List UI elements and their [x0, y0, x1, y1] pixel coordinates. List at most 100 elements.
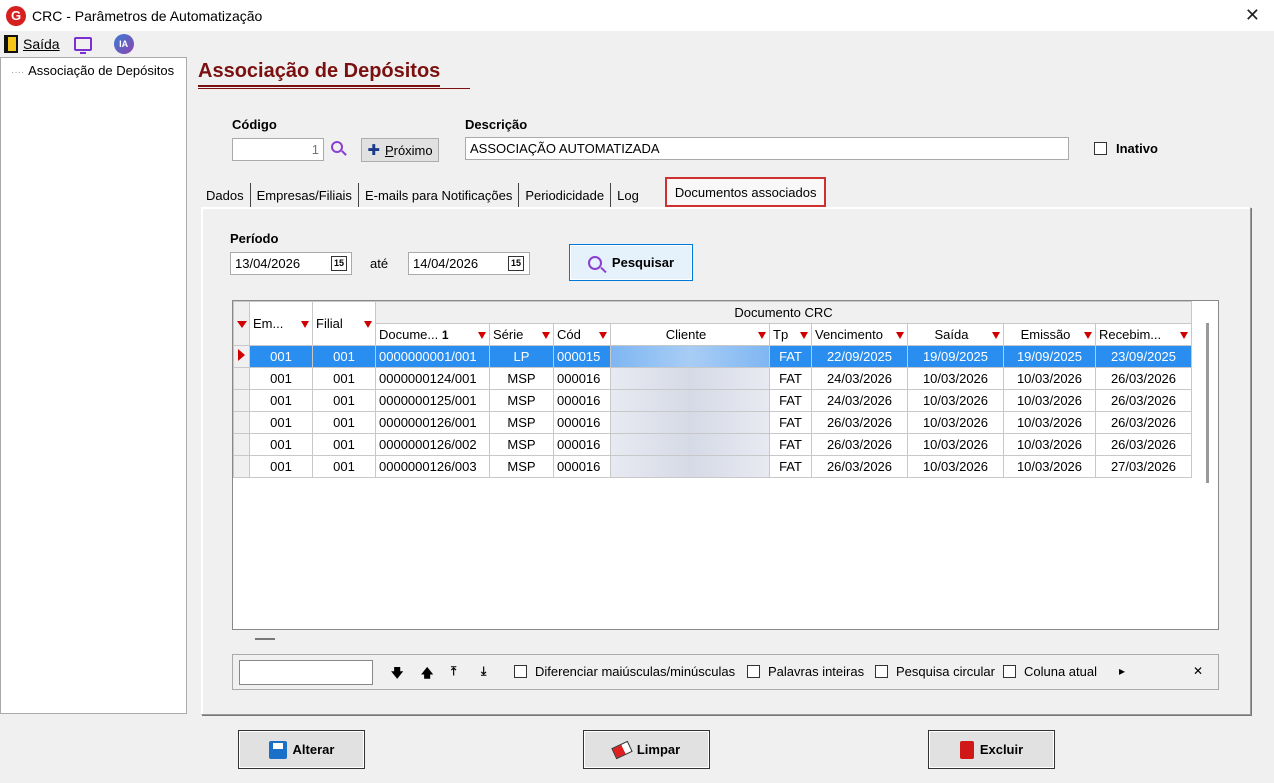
cell-saida[interactable]: 19/09/2025 [907, 345, 1004, 368]
find-next-icon[interactable]: 🡇 [391, 664, 403, 685]
cell-serie[interactable]: MSP [489, 433, 554, 456]
cell-filial[interactable]: 001 [312, 433, 376, 456]
cell-recebimento[interactable]: 26/03/2026 [1095, 367, 1192, 390]
row-indicator[interactable] [233, 345, 250, 368]
documents-grid[interactable]: Em... Filial Documento CRC Docume... 1 S… [232, 300, 1219, 630]
cell-tp[interactable]: FAT [769, 367, 812, 390]
cell-emissao[interactable]: 10/03/2026 [1003, 411, 1096, 434]
cell-recebimento[interactable]: 23/09/2025 [1095, 345, 1192, 368]
table-row[interactable]: 001 001 0000000126/002 MSP 000016 FAT 26/03/20… [233, 433, 1192, 456]
filter-icon[interactable] [896, 332, 904, 339]
cell-saida[interactable]: 10/03/2026 [907, 389, 1004, 412]
cell-documento[interactable]: 0000000001/001 [375, 345, 490, 368]
cell-saida[interactable]: 10/03/2026 [907, 455, 1004, 478]
row-indicator[interactable] [233, 433, 250, 456]
cell-empresa[interactable]: 001 [249, 389, 313, 412]
alterar-button[interactable]: Alterar [238, 730, 365, 769]
find-previous-icon[interactable]: 🡅 [421, 664, 433, 685]
option-case-sensitive[interactable]: Diferenciar maiúsculas/minúsculas [514, 664, 735, 679]
cell-documento[interactable]: 0000000126/002 [375, 433, 490, 456]
col-header-saida[interactable]: Saída [907, 323, 1004, 346]
option-current-column[interactable]: Coluna atual [1003, 664, 1097, 679]
row-indicator[interactable] [233, 367, 250, 390]
find-first-icon[interactable]: ⤒ [451, 664, 456, 679]
exit-menu-item[interactable]: Saída [23, 36, 60, 52]
filter-icon[interactable] [301, 321, 309, 328]
filter-icon[interactable] [1084, 332, 1092, 339]
ia-assistant-icon[interactable]: IA [113, 34, 134, 54]
col-header-filial[interactable]: Filial [312, 301, 376, 346]
cell-recebimento[interactable]: 26/03/2026 [1095, 411, 1192, 434]
cell-vencimento[interactable]: 26/03/2026 [811, 411, 908, 434]
tab-empresas-filiais[interactable]: Empresas/Filiais [250, 183, 359, 207]
grid-horizontal-scrollbar[interactable] [255, 638, 275, 640]
cell-empresa[interactable]: 001 [249, 455, 313, 478]
tab-emails-notificacoes[interactable]: E-mails para Notificações [358, 183, 520, 207]
cell-documento[interactable]: 0000000124/001 [375, 367, 490, 390]
cell-documento[interactable]: 0000000126/001 [375, 411, 490, 434]
cell-cod[interactable]: 000016 [553, 411, 611, 434]
cell-saida[interactable]: 10/03/2026 [907, 433, 1004, 456]
cell-empresa[interactable]: 001 [249, 411, 313, 434]
find-last-icon[interactable]: ⤓ [481, 664, 486, 679]
filter-icon[interactable] [542, 332, 550, 339]
close-window-icon[interactable]: ✕ [1245, 5, 1260, 26]
cell-vencimento[interactable]: 26/03/2026 [811, 433, 908, 456]
col-header-tp[interactable]: Tp [769, 323, 812, 346]
pesquisar-button[interactable]: Pesquisar [569, 244, 693, 281]
cell-cliente[interactable] [610, 367, 770, 390]
cell-vencimento[interactable]: 24/03/2026 [811, 367, 908, 390]
cell-filial[interactable]: 001 [312, 411, 376, 434]
cell-emissao[interactable]: 10/03/2026 [1003, 389, 1096, 412]
cell-serie[interactable]: MSP [489, 367, 554, 390]
cell-empresa[interactable]: 001 [249, 367, 313, 390]
cell-recebimento[interactable]: 27/03/2026 [1095, 455, 1192, 478]
table-row[interactable]: 001 001 0000000001/001 LP 000015 FAT 22/09/202… [233, 345, 1192, 368]
cell-cliente[interactable] [610, 455, 770, 478]
cell-emissao[interactable]: 19/09/2025 [1003, 345, 1096, 368]
cell-cliente[interactable] [610, 411, 770, 434]
col-header-recebimento[interactable]: Recebim... [1095, 323, 1192, 346]
filter-icon[interactable] [758, 332, 766, 339]
cell-cod[interactable]: 000016 [553, 433, 611, 456]
option-circular-search[interactable]: Pesquisa circular [875, 664, 995, 679]
cell-tp[interactable]: FAT [769, 455, 812, 478]
cell-empresa[interactable]: 001 [249, 345, 313, 368]
col-header-cod[interactable]: Cód [553, 323, 611, 346]
cell-recebimento[interactable]: 26/03/2026 [1095, 433, 1192, 456]
cell-serie[interactable]: MSP [489, 389, 554, 412]
find-input[interactable] [239, 660, 373, 685]
proximo-button[interactable]: ✚ Próximo [361, 138, 439, 162]
col-header-serie[interactable]: Série [489, 323, 554, 346]
limpar-button[interactable]: Limpar [583, 730, 710, 769]
cell-cliente[interactable] [610, 345, 770, 368]
calendar-from-icon[interactable]: 15 [331, 256, 347, 271]
cell-recebimento[interactable]: 26/03/2026 [1095, 389, 1192, 412]
cell-tp[interactable]: FAT [769, 345, 812, 368]
excluir-button[interactable]: Excluir [928, 730, 1055, 769]
cell-emissao[interactable]: 10/03/2026 [1003, 433, 1096, 456]
table-row[interactable]: 001 001 0000000126/001 MSP 000016 FAT 26/03/20… [233, 411, 1192, 434]
more-options-icon[interactable]: ▸ [1119, 664, 1125, 678]
grid-corner[interactable] [233, 301, 250, 346]
col-header-vencimento[interactable]: Vencimento [811, 323, 908, 346]
descricao-input[interactable]: ASSOCIAÇÃO AUTOMATIZADA [465, 137, 1069, 160]
table-row[interactable]: 001 001 0000000125/001 MSP 000016 FAT 24/03/20… [233, 389, 1192, 412]
col-header-emissao[interactable]: Emissão [1003, 323, 1096, 346]
circular-search-checkbox[interactable] [875, 665, 888, 678]
cell-cod[interactable]: 000015 [553, 345, 611, 368]
cell-filial[interactable]: 001 [312, 367, 376, 390]
cell-tp[interactable]: FAT [769, 433, 812, 456]
cell-filial[interactable]: 001 [312, 389, 376, 412]
cell-cod[interactable]: 000016 [553, 455, 611, 478]
cell-serie[interactable]: MSP [489, 411, 554, 434]
cell-saida[interactable]: 10/03/2026 [907, 367, 1004, 390]
filter-icon[interactable] [992, 332, 1000, 339]
grid-vertical-scrollbar[interactable] [1206, 323, 1209, 483]
col-header-cliente[interactable]: Cliente [610, 323, 770, 346]
table-row[interactable]: 001 001 0000000126/003 MSP 000016 FAT 26/03/20… [233, 455, 1192, 478]
cell-serie[interactable]: MSP [489, 455, 554, 478]
row-indicator[interactable] [233, 389, 250, 412]
tab-log[interactable]: Log [611, 183, 645, 207]
tab-periodicidade[interactable]: Periodicidade [519, 183, 612, 207]
